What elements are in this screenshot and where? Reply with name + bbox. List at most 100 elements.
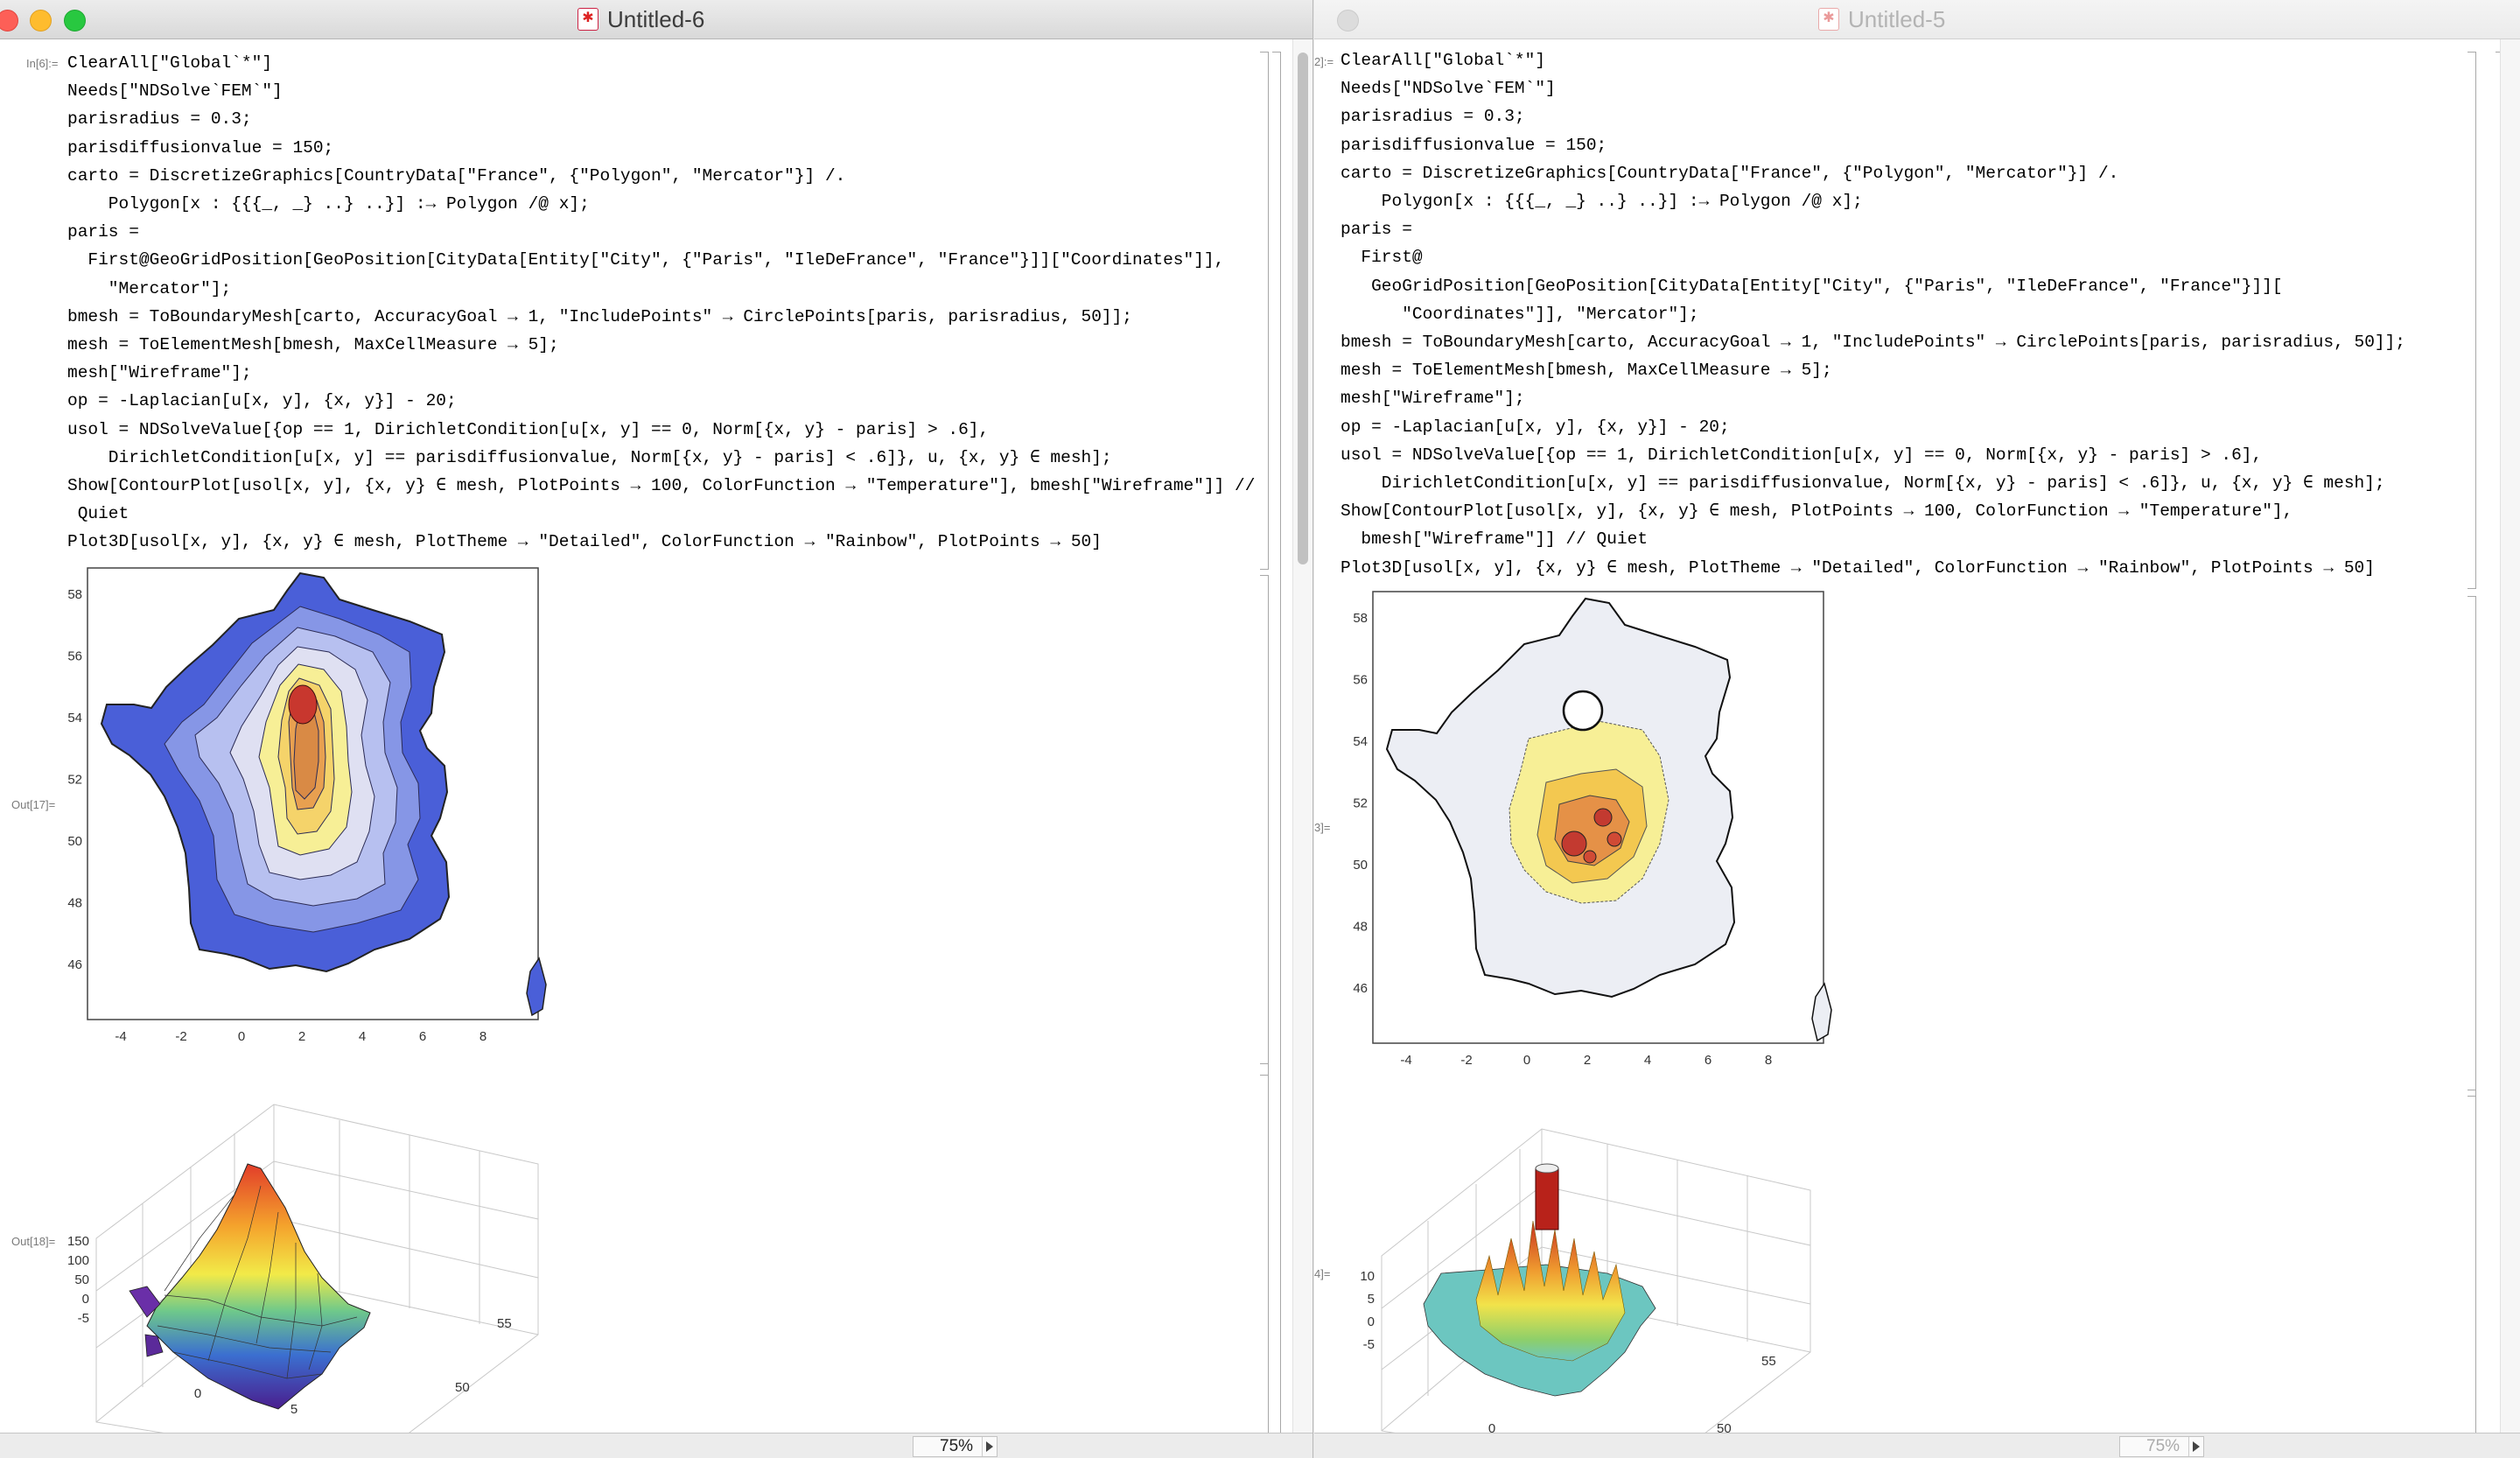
zoom-control[interactable]: 75%: [913, 1436, 998, 1457]
zoom-menu-arrow-icon[interactable]: [982, 1437, 997, 1456]
code-line[interactable]: mesh = ToElementMesh[bmesh, MaxCellMeasu…: [1340, 356, 2405, 384]
cell-bracket-input[interactable]: [1260, 52, 1269, 570]
input-cell-code[interactable]: ClearAll["Global`*"] Needs["NDSolve`FEM`"…: [67, 49, 1255, 557]
code-line[interactable]: mesh = ToElementMesh[bmesh, MaxCellMeasu…: [67, 331, 1255, 359]
z-tick-label: 0: [1368, 1314, 1375, 1329]
code-line[interactable]: carto = DiscretizeGraphics[CountryData["…: [1340, 159, 2405, 187]
code-line[interactable]: usol = NDSolveValue[{op == 1, DirichletC…: [67, 416, 1255, 444]
x-tick-label: 8: [480, 1029, 486, 1044]
x-tick-label: 0: [238, 1029, 245, 1044]
y-tick-label: 52: [67, 773, 82, 788]
x-tick-label: 8: [1765, 1053, 1772, 1068]
code-line[interactable]: Needs["NDSolve`FEM`"]: [1340, 74, 2405, 102]
code-line[interactable]: parisradius = 0.3;: [67, 105, 1255, 133]
zoom-control[interactable]: 75%: [2119, 1436, 2205, 1457]
title-bar[interactable]: ✱ Untitled-5: [1314, 0, 2520, 39]
code-line[interactable]: parisradius = 0.3;: [1340, 102, 2405, 130]
code-line[interactable]: Quiet: [67, 500, 1255, 528]
plot3d-output[interactable]: 150100500-5055550: [60, 1063, 558, 1458]
code-line[interactable]: parisdiffusionvalue = 150;: [1340, 131, 2405, 159]
code-line[interactable]: mesh["Wireframe"];: [1340, 384, 2405, 412]
code-line[interactable]: Polygon[x : {{{_, _} ..} ..}] :→ Polygon…: [1340, 187, 2405, 215]
scrollbar-thumb[interactable]: [1298, 53, 1308, 564]
vertical-scrollbar[interactable]: [2500, 39, 2520, 1433]
code-line[interactable]: DirichletCondition[u[x, y] == parisdiffu…: [67, 444, 1255, 472]
window-title-text: Untitled-6: [607, 6, 705, 32]
code-line[interactable]: Plot3D[usol[x, y], {x, y} ∈ mesh, PlotTh…: [1340, 554, 2405, 582]
x-tick-label: 6: [419, 1029, 426, 1044]
code-line[interactable]: First@: [1340, 243, 2405, 271]
input-cell-code[interactable]: ClearAll["Global`*"] Needs["NDSolve`FEM`"…: [1340, 46, 2405, 582]
z-tick-label: -5: [78, 1311, 89, 1326]
output-label-4: 4]=: [1314, 1267, 1331, 1280]
notebook-content[interactable]: 2]:= ClearAll["Global`*"] Needs["NDSolve`…: [1314, 39, 2520, 1458]
code-line[interactable]: ClearAll["Global`*"]: [67, 49, 1255, 77]
code-line[interactable]: DirichletCondition[u[x, y] == parisdiffu…: [1340, 469, 2405, 497]
cell-bracket-output-4[interactable]: [2468, 1090, 2476, 1457]
code-line[interactable]: op = -Laplacian[u[x, y], {x, y}] - 20;: [67, 387, 1255, 415]
code-line[interactable]: op = -Laplacian[u[x, y], {x, y}] - 20;: [1340, 413, 2405, 441]
x-tick-label: 0: [194, 1386, 201, 1401]
x-tick-label: 4: [1644, 1053, 1651, 1068]
x-tick-label: -2: [1460, 1053, 1472, 1068]
code-line[interactable]: Plot3D[usol[x, y], {x, y} ∈ mesh, PlotTh…: [67, 528, 1255, 556]
zoom-button[interactable]: [64, 10, 86, 32]
z-tick-label: 150: [67, 1234, 89, 1249]
x-tick-label: -4: [115, 1029, 126, 1044]
input-label: 2]:=: [1314, 55, 1334, 68]
code-line[interactable]: usol = NDSolveValue[{op == 1, DirichletC…: [1340, 441, 2405, 469]
code-line[interactable]: "Mercator"];: [67, 275, 1255, 303]
output-label-17: Out[17]=: [11, 798, 56, 811]
code-line[interactable]: bmesh = ToBoundaryMesh[carto, AccuracyGo…: [67, 303, 1255, 331]
cell-bracket-output-3[interactable]: [2468, 596, 2476, 1097]
code-line[interactable]: First@GeoGridPosition[GeoPosition[CityDa…: [67, 246, 1255, 274]
code-line[interactable]: ClearAll["Global`*"]: [1340, 46, 2405, 74]
code-line[interactable]: carto = DiscretizeGraphics[CountryData["…: [67, 162, 1255, 190]
y-tick-label: 50: [67, 834, 82, 849]
y-tick-label: 52: [1353, 796, 1368, 811]
notebook-window-untitled-6: ✱ Untitled-6 In[6]:= ClearAll["Global`*"…: [0, 0, 1313, 1458]
status-bar: 75%: [0, 1433, 1312, 1458]
z-tick-label: 0: [82, 1292, 89, 1307]
code-line[interactable]: GeoGridPosition[GeoPosition[CityData[Ent…: [1340, 272, 2405, 300]
close-button[interactable]: [0, 10, 18, 32]
minimize-button[interactable]: [30, 10, 52, 32]
x-tick-label: 6: [1704, 1053, 1712, 1068]
code-line[interactable]: Show[ContourPlot[usol[x, y], {x, y} ∈ me…: [67, 472, 1255, 500]
cell-bracket-output-18[interactable]: [1260, 1063, 1269, 1457]
cell-bracket-input[interactable]: [2468, 52, 2476, 589]
vertical-scrollbar[interactable]: [1292, 39, 1312, 1433]
code-line[interactable]: paris =: [67, 218, 1255, 246]
code-line[interactable]: bmesh["Wireframe"]] // Quiet: [1340, 525, 2405, 553]
y-tick-label: 54: [67, 711, 82, 725]
title-bar[interactable]: ✱ Untitled-6: [0, 0, 1312, 39]
cell-bracket-output-17[interactable]: [1260, 575, 1269, 1076]
code-line[interactable]: Polygon[x : {{{_, _} ..} ..}] :→ Polygon…: [67, 190, 1255, 218]
contour-plot-output[interactable]: 58565452504846-4 -2 0 2 4 6 8: [60, 564, 550, 1076]
y-tick-label: 55: [497, 1316, 512, 1331]
code-line[interactable]: bmesh = ToBoundaryMesh[carto, AccuracyGo…: [1340, 328, 2405, 356]
close-button[interactable]: [1337, 10, 1359, 32]
code-line[interactable]: mesh["Wireframe"];: [67, 359, 1255, 387]
x-tick-label: 2: [1584, 1053, 1591, 1068]
x-tick-label: 2: [298, 1029, 305, 1044]
x-tick-label: 0: [1523, 1053, 1530, 1068]
code-line[interactable]: Needs["NDSolve`FEM`"]: [67, 77, 1255, 105]
window-title: ✱ Untitled-5: [1818, 0, 1945, 39]
notebook-content[interactable]: In[6]:= ClearAll["Global`*"] Needs["NDSol…: [0, 39, 1312, 1458]
code-line[interactable]: parisdiffusionvalue = 150;: [67, 134, 1255, 162]
window-title: ✱ Untitled-6: [578, 0, 704, 39]
window-title-text: Untitled-5: [1848, 6, 1946, 32]
z-tick-label: 100: [67, 1253, 89, 1268]
y-tick-label: 46: [1353, 981, 1368, 996]
plot3d-output[interactable]: 1050-5055550: [1345, 1090, 1844, 1458]
cell-group-bracket[interactable]: [1272, 52, 1281, 1457]
notebook-doc-icon: ✱: [578, 8, 598, 31]
code-line[interactable]: Show[ContourPlot[usol[x, y], {x, y} ∈ me…: [1340, 497, 2405, 525]
code-line[interactable]: paris =: [1340, 215, 2405, 243]
contour-plot-output[interactable]: 58565452504846-4 -2 0 2 4 6 8: [1345, 586, 1835, 1098]
x-tick-label: 5: [290, 1402, 298, 1417]
code-line[interactable]: "Coordinates"]], "Mercator"];: [1340, 300, 2405, 328]
zoom-menu-arrow-icon[interactable]: [2188, 1437, 2203, 1456]
output-label-3: 3]=: [1314, 821, 1331, 834]
